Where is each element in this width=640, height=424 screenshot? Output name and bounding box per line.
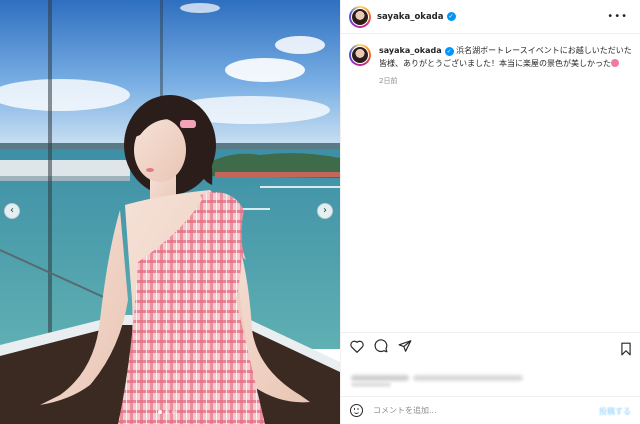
verified-badge-icon: ✓	[446, 12, 456, 21]
caption-avatar[interactable]	[349, 44, 371, 66]
likes-subtext	[351, 382, 391, 387]
carousel-dots	[158, 410, 176, 414]
caption-timestamp[interactable]: 2日前	[379, 75, 632, 88]
comment-bar: 投稿する	[341, 396, 640, 424]
action-bar	[341, 332, 640, 362]
carousel-dot	[165, 410, 169, 414]
share-icon[interactable]	[398, 339, 412, 356]
carousel-dot	[172, 410, 176, 414]
caption-body: sayaka_okada ✓ 浜名湖ボートレースイベントにお越しいただいた皆様、あ…	[379, 44, 632, 88]
instagram-post: ‹ › sayaka_okada ✓ ••• sayaka_okada ✓ 浜名…	[0, 0, 640, 424]
carousel-dot	[158, 410, 162, 414]
avatar[interactable]	[349, 5, 371, 28]
post-side-panel: sayaka_okada ✓ ••• sayaka_okada ✓ 浜名湖ボートレ…	[340, 0, 640, 424]
post-image	[0, 0, 340, 424]
post-header: sayaka_okada ✓ •••	[341, 0, 640, 34]
heart-icon[interactable]	[350, 340, 364, 356]
chevron-left-icon: ‹	[10, 205, 14, 216]
more-options-icon[interactable]: •••	[607, 11, 628, 22]
bookmark-icon[interactable]	[620, 341, 632, 360]
post-photo[interactable]: ‹ ›	[0, 0, 340, 424]
likes-summary[interactable]	[351, 366, 551, 381]
caption: sayaka_okada ✓ 浜名湖ボートレースイベントにお越しいただいた皆様、あ…	[341, 34, 640, 88]
post-comment-button[interactable]: 投稿する	[599, 406, 631, 417]
chevron-right-icon: ›	[323, 205, 327, 216]
emoji-picker-icon[interactable]	[350, 404, 363, 417]
caption-username[interactable]: sayaka_okada	[379, 46, 442, 55]
comment-icon[interactable]	[374, 339, 388, 356]
emoji-icon	[611, 59, 619, 67]
verified-badge-icon: ✓	[444, 47, 454, 56]
header-username[interactable]: sayaka_okada	[377, 12, 444, 22]
carousel-next-button[interactable]: ›	[317, 203, 333, 219]
carousel-prev-button[interactable]: ‹	[4, 203, 20, 219]
comment-input[interactable]	[373, 406, 573, 415]
